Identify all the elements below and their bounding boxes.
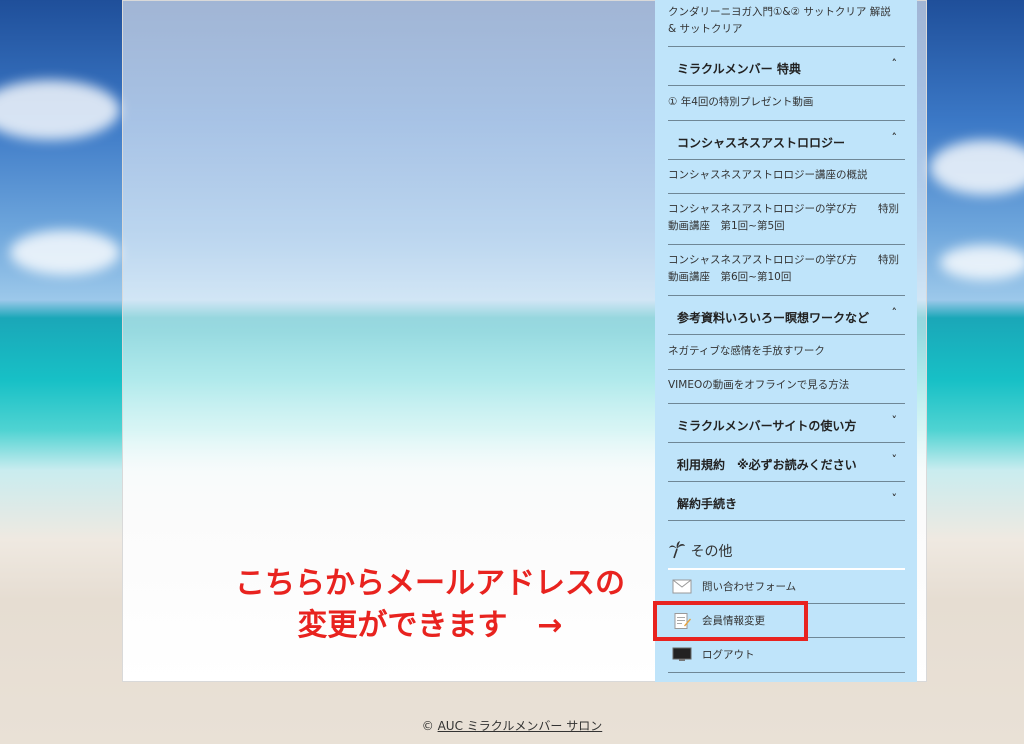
section-title: コンシャスネスアストロロジー (677, 136, 846, 150)
section-header-reference[interactable]: 参考資料いろいろー瞑想ワークなど ˄ (668, 297, 905, 335)
background-cloud (10, 230, 120, 275)
contact-form-link[interactable]: 問い合わせフォーム (668, 570, 905, 604)
chevron-down-icon[interactable]: ˅ (892, 453, 898, 466)
background-cloud (0, 80, 120, 140)
sidebar-divider (668, 369, 905, 370)
copyright-symbol: © (421, 719, 434, 733)
sidebar-link-astrology-overview[interactable]: コンシャスネスアストロロジー講座の概説 (668, 167, 904, 184)
sidebar-divider (668, 295, 905, 296)
sidebar-divider (668, 672, 905, 673)
section-title: ミラクルメンバー 特典 (677, 62, 801, 76)
sidebar-link-kundalini[interactable]: クンダリーニヨガ入門①&② サットクリア 解説 & サットクリア (668, 4, 904, 38)
sidebar-divider (668, 244, 905, 245)
other-section-title: その他 (668, 541, 732, 561)
section-header-member-benefits[interactable]: ミラクルメンバー 特典 ˄ (668, 48, 905, 86)
chevron-up-icon[interactable]: ˄ (892, 57, 898, 70)
section-title: 利用規約 ※必ずお読みください (677, 458, 857, 472)
chevron-down-icon[interactable]: ˅ (892, 492, 898, 505)
logout-label: ログアウト (702, 649, 755, 661)
section-header-astrology[interactable]: コンシャスネスアストロロジー ˄ (668, 122, 905, 160)
sidebar-divider (668, 120, 905, 121)
contact-form-label: 問い合わせフォーム (702, 581, 797, 593)
section-header-site-usage[interactable]: ミラクルメンバーサイトの使い方 ˅ (668, 405, 905, 443)
other-title-text: その他 (690, 544, 733, 560)
chevron-up-icon[interactable]: ˄ (892, 306, 898, 319)
background-cloud (940, 245, 1024, 280)
section-title: 解約手続き (677, 497, 738, 511)
sidebar-link-astrology-1-5[interactable]: コンシャスネスアストロロジーの学び方 特別動画講座 第1回~第5回 (668, 201, 904, 235)
section-title: ミラクルメンバーサイトの使い方 (677, 419, 857, 433)
section-header-terms[interactable]: 利用規約 ※必ずお読みください ˅ (668, 444, 905, 482)
monitor-icon (672, 647, 692, 661)
background-cloud (930, 140, 1024, 195)
footer: © AUC ミラクルメンバー サロン (0, 717, 1024, 734)
palm-tree-icon (669, 541, 685, 559)
sidebar-link-vimeo-offline[interactable]: VIMEOの動画をオフラインで見る方法 (668, 377, 904, 394)
chevron-up-icon[interactable]: ˄ (892, 131, 898, 144)
footer-site-link[interactable]: AUC ミラクルメンバー サロン (438, 719, 603, 733)
section-header-cancellation[interactable]: 解約手続き ˅ (668, 483, 905, 521)
sidebar-divider (668, 193, 905, 194)
annotation-line-2: 変更ができます → (297, 608, 563, 643)
sidebar-divider (668, 46, 905, 47)
sidebar-link-negative-emotions[interactable]: ネガティブな感情を手放すワーク (668, 343, 904, 360)
chevron-down-icon[interactable]: ˅ (892, 414, 898, 427)
annotation-text: こちらからメールアドレスの 変更ができます → (160, 563, 700, 647)
sidebar-link-special-video[interactable]: ① 年4回の特別プレゼント動画 (668, 94, 904, 111)
sidebar-link-astrology-6-10[interactable]: コンシャスネスアストロロジーの学び方 特別動画講座 第6回~第10回 (668, 252, 904, 286)
annotation-line-1: こちらからメールアドレスの (235, 566, 625, 601)
logout-link[interactable]: ログアウト (668, 638, 905, 672)
section-title: 参考資料いろいろー瞑想ワークなど (677, 311, 870, 325)
sidebar-divider (668, 403, 905, 404)
